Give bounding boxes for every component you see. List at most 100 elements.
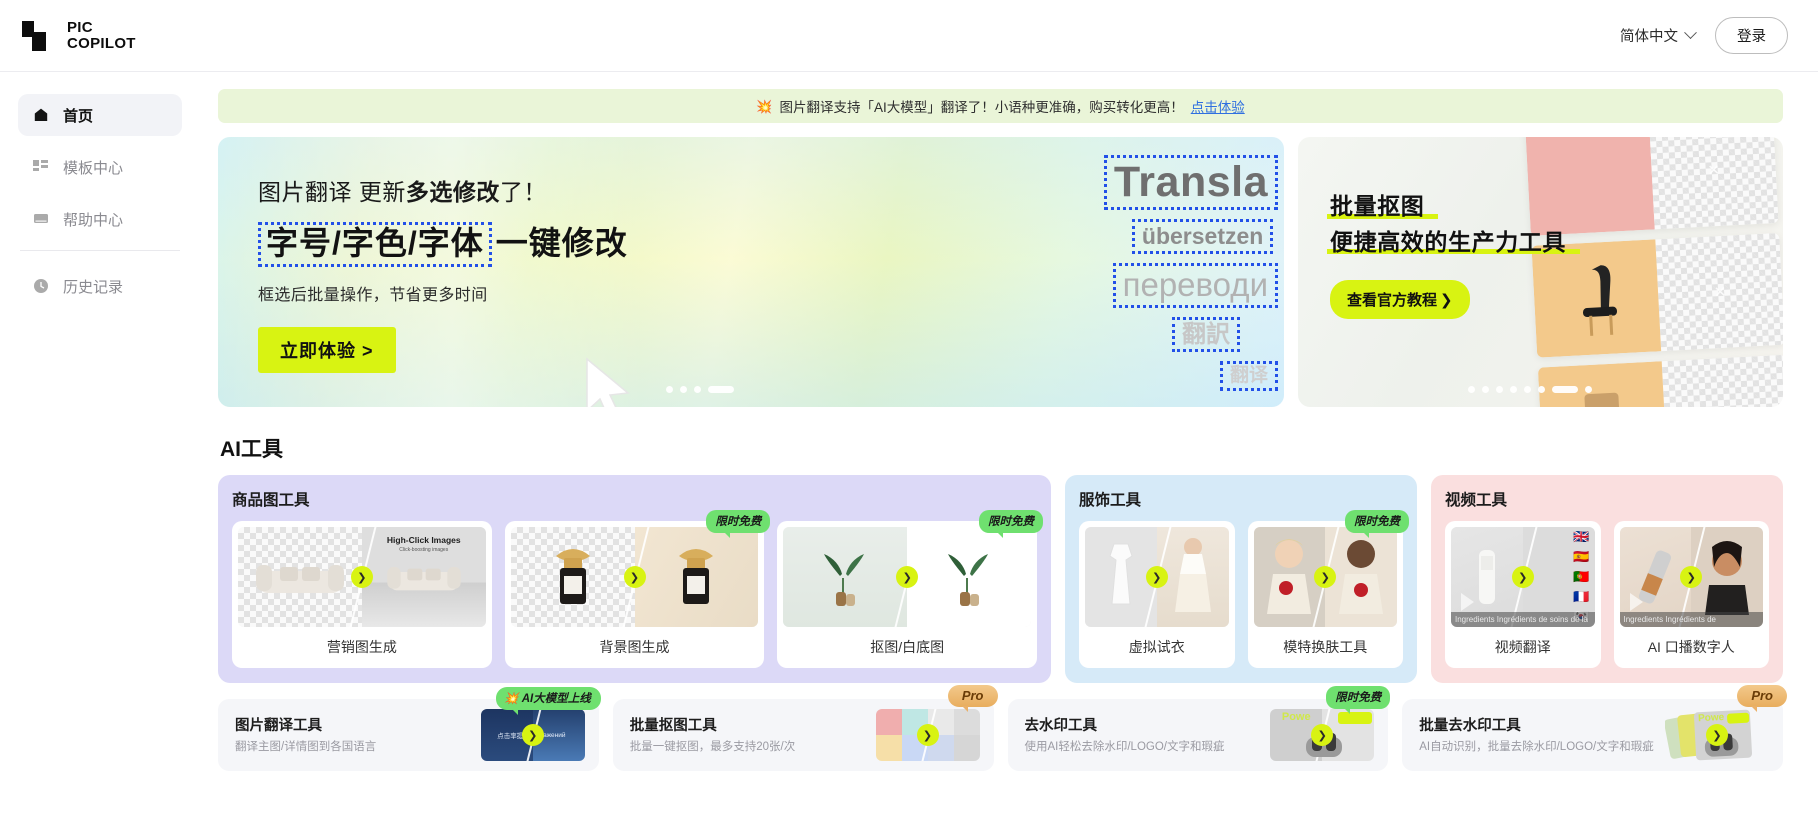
card-label: 抠图/白底图 — [870, 639, 945, 655]
card-overlay-sub: Click-boosting images — [399, 547, 449, 553]
tool-shortcut-watermark-remove[interactable]: 去水印工具 使用AI轻松去除水印/LOGO/文字和瑕疵 限时免费 Powe ❯ — [1007, 686, 1391, 771]
carousel-dot-active[interactable] — [708, 386, 734, 393]
tool-shortcut-batch-cutout[interactable]: 批量抠图工具 批量一键抠图，最多支持20张/次 Pro ❯ — [612, 685, 998, 771]
tool-shortcut-desc: 翻译主图/详情图到各国语言 — [235, 741, 377, 754]
tool-group-title: 商品图工具 — [232, 492, 310, 509]
badge-ai-model: 💥 AI大模型上线 — [496, 687, 601, 715]
brand-logo[interactable]: PIC COPILOT — [0, 18, 305, 53]
sidebar-item-help[interactable]: 帮助中心 — [18, 198, 182, 240]
hero-headline-rest: 一键修改 — [495, 225, 628, 261]
carousel-dot-active[interactable] — [1552, 386, 1578, 393]
video-progress-bar[interactable]: Ingredients Ingrédients de — [1619, 612, 1763, 627]
tool-groups: 商品图工具 High-Click Images Click-boosting i… — [218, 475, 1783, 683]
sidebar-item-label: 历史记录 — [63, 278, 124, 296]
brand-line-1: PIC — [67, 18, 93, 36]
badge-limited-free: 限时免费 — [706, 510, 771, 538]
carousel-dot[interactable] — [1496, 386, 1503, 393]
flag-es-icon: 🇪🇸 — [1573, 549, 1590, 564]
tool-shortcut-text: 图片翻译工具 翻译主图/详情图到各国语言 — [235, 714, 481, 756]
sidebar-item-templates[interactable]: 模板中心 — [18, 146, 182, 188]
video-caption: Ingredients Ingrédients de — [1623, 615, 1717, 624]
tool-shortcut-thumb: Powe ❯ — [1665, 709, 1769, 761]
video-progress-bar[interactable]: Ingredients Ingrédients de soins de la — [1451, 612, 1595, 627]
tool-shortcut-text: 批量抠图工具 批量一键抠图，最多支持20张/次 — [630, 714, 876, 756]
card-label: 营销图生成 — [326, 639, 397, 655]
card-arrow-button[interactable]: ❯ — [1706, 724, 1728, 746]
carousel-dot[interactable] — [1482, 386, 1489, 393]
remove-x-icon: ✕ — [1713, 283, 1727, 302]
pic-copilot-logo-icon — [22, 18, 56, 53]
carousel-dot[interactable] — [1468, 386, 1475, 393]
tool-shortcut-title: 批量去水印工具 — [1419, 718, 1521, 735]
tool-card-cutout-white-bg[interactable]: 限时免费 ❯ 抠图/白底图 — [777, 510, 1044, 668]
carousel-dot[interactable] — [1538, 386, 1545, 393]
video-caption: Ingredients Ingrédients de soins de la — [1455, 615, 1588, 624]
burst-icon: 💥 — [756, 98, 773, 114]
thumb-text-left: Powe — [1281, 711, 1311, 723]
carousel-dot[interactable] — [680, 386, 687, 393]
hero-banner-secondary[interactable]: ✕ ✕ 批量抠图 便捷高效的生产力工具 查看官方教程 ❯ — [1298, 137, 1783, 407]
hero-headline-2: 字号/字色/字体 一键修改 — [258, 218, 628, 267]
sidebar-item-history[interactable]: 历史记录 — [18, 265, 182, 307]
hero-headline-1: 图片翻译 更新多选修改了！ — [258, 173, 628, 207]
card-label: 背景图生成 — [599, 639, 670, 655]
carousel-dot[interactable] — [1524, 386, 1531, 393]
hero-cta-button[interactable]: 立即体验 > — [258, 326, 396, 373]
card-arrow-button[interactable]: ❯ — [896, 566, 919, 588]
card-preview: ❯ — [1085, 527, 1229, 627]
remove-x-icon: ✕ — [1707, 161, 1721, 180]
tool-card-marketing-image[interactable]: High-Click Images Click-boosting images … — [232, 521, 492, 668]
tool-shortcut-title: 图片翻译工具 — [235, 718, 322, 735]
sidebar-divider — [20, 250, 180, 251]
hero-banner-primary[interactable]: 图片翻译 更新多选修改了！ 字号/字色/字体 一键修改 框选后批量操作，节省更多… — [218, 137, 1284, 407]
card-arrow-button[interactable]: ❯ — [1145, 566, 1168, 588]
carousel-dot[interactable] — [1510, 386, 1517, 393]
badge-pro: Pro — [947, 685, 998, 712]
card-preview: ❯ — [1253, 527, 1397, 627]
card-arrow-button[interactable]: ❯ — [916, 724, 939, 746]
card-arrow-button[interactable]: ❯ — [1680, 566, 1703, 588]
carousel-dot[interactable] — [666, 386, 673, 393]
card-arrow-button[interactable]: ❯ — [521, 724, 544, 746]
tool-card-virtual-tryon[interactable]: ❯ 虚拟试衣 — [1079, 521, 1235, 668]
carousel-dots-primary[interactable] — [666, 386, 734, 393]
login-button[interactable]: 登录 — [1715, 17, 1788, 54]
flag-pt-icon: 🇵🇹 — [1573, 569, 1590, 584]
card-arrow-button[interactable]: ❯ — [1311, 724, 1334, 746]
tool-card-model-skin[interactable]: 限时免费 ❯ 模特换肤工具 — [1247, 510, 1409, 668]
tool-group-title: 视频工具 — [1445, 492, 1508, 509]
hero-boxed-text: 字号/字色/字体 — [258, 222, 492, 267]
card-arrow-button[interactable]: ❯ — [1314, 566, 1337, 588]
carousel-dot[interactable] — [694, 386, 701, 393]
tool-card-background-image[interactable]: 限时免费 ❯ 背景图生成 — [504, 510, 771, 668]
card-preview: 🇬🇧 🇪🇸 🇵🇹 🇫🇷 🇰🇷 Ingredients Ingrédients d… — [1451, 527, 1595, 627]
promo-banner-link[interactable]: 点击体验 — [1191, 96, 1245, 116]
hero-secondary-cta-button[interactable]: 查看官方教程 ❯ — [1330, 280, 1470, 320]
card-arrow-button[interactable]: ❯ — [350, 566, 373, 588]
card-overlay-title: High-Click Images — [386, 535, 461, 545]
tool-card-video-translate[interactable]: 🇬🇧 🇪🇸 🇵🇹 🇫🇷 🇰🇷 Ingredients Ingrédients d… — [1445, 521, 1601, 668]
language-selector[interactable]: 简体中文 — [1620, 25, 1697, 46]
tool-group-cards: ❯ 虚拟试衣 限时免费 ❯ 模特换肤工具 — [1079, 510, 1409, 668]
tool-shortcut-batch-watermark-remove[interactable]: 批量去水印工具 AI自动识别，批量去除水印/LOGO/文字和瑕疵 Pro Pow… — [1402, 685, 1787, 771]
card-arrow-button[interactable]: ❯ — [1511, 566, 1534, 588]
sidebar-item-home[interactable]: 首页 — [18, 94, 182, 136]
carousel-dots-secondary[interactable] — [1468, 386, 1592, 393]
card-arrow-button[interactable]: ❯ — [623, 566, 646, 588]
badge-limited-free: 限时免费 — [979, 510, 1044, 538]
top-bar: PIC COPILOT 简体中文 登录 — [0, 0, 1818, 72]
hero-secondary-copy: 批量抠图 便捷高效的生产力工具 查看官方教程 ❯ — [1327, 189, 1580, 320]
promo-banner-text: 图片翻译支持「AI大模型」翻译了！小语种更准确，购买转化更高！ — [779, 100, 1184, 115]
chevron-down-icon — [1684, 26, 1697, 40]
book-icon — [32, 211, 49, 228]
tool-card-ai-avatar[interactable]: Ingredients Ingrédients de ❯ AI 口播数字人 — [1613, 521, 1769, 668]
carousel-dot[interactable] — [1585, 386, 1592, 393]
play-icon — [1461, 593, 1474, 611]
hero-subtitle: 框选后批量操作，节省更多时间 — [258, 286, 488, 304]
hero-carousels: 图片翻译 更新多选修改了！ 字号/字色/字体 一键修改 框选后批量操作，节省更多… — [218, 137, 1783, 407]
tool-shortcut-image-translate[interactable]: 图片翻译工具 翻译主图/详情图到各国语言 💥 AI大模型上线 点击率提升 бра… — [218, 687, 601, 771]
hero-headline-part-a: 图片翻译 更新 — [258, 179, 406, 205]
card-preview: High-Click Images Click-boosting images … — [238, 527, 486, 627]
promo-banner[interactable]: 💥 图片翻译支持「AI大模型」翻译了！小语种更准确，购买转化更高！ 点击体验 — [218, 89, 1783, 123]
grid-icon — [32, 159, 49, 176]
